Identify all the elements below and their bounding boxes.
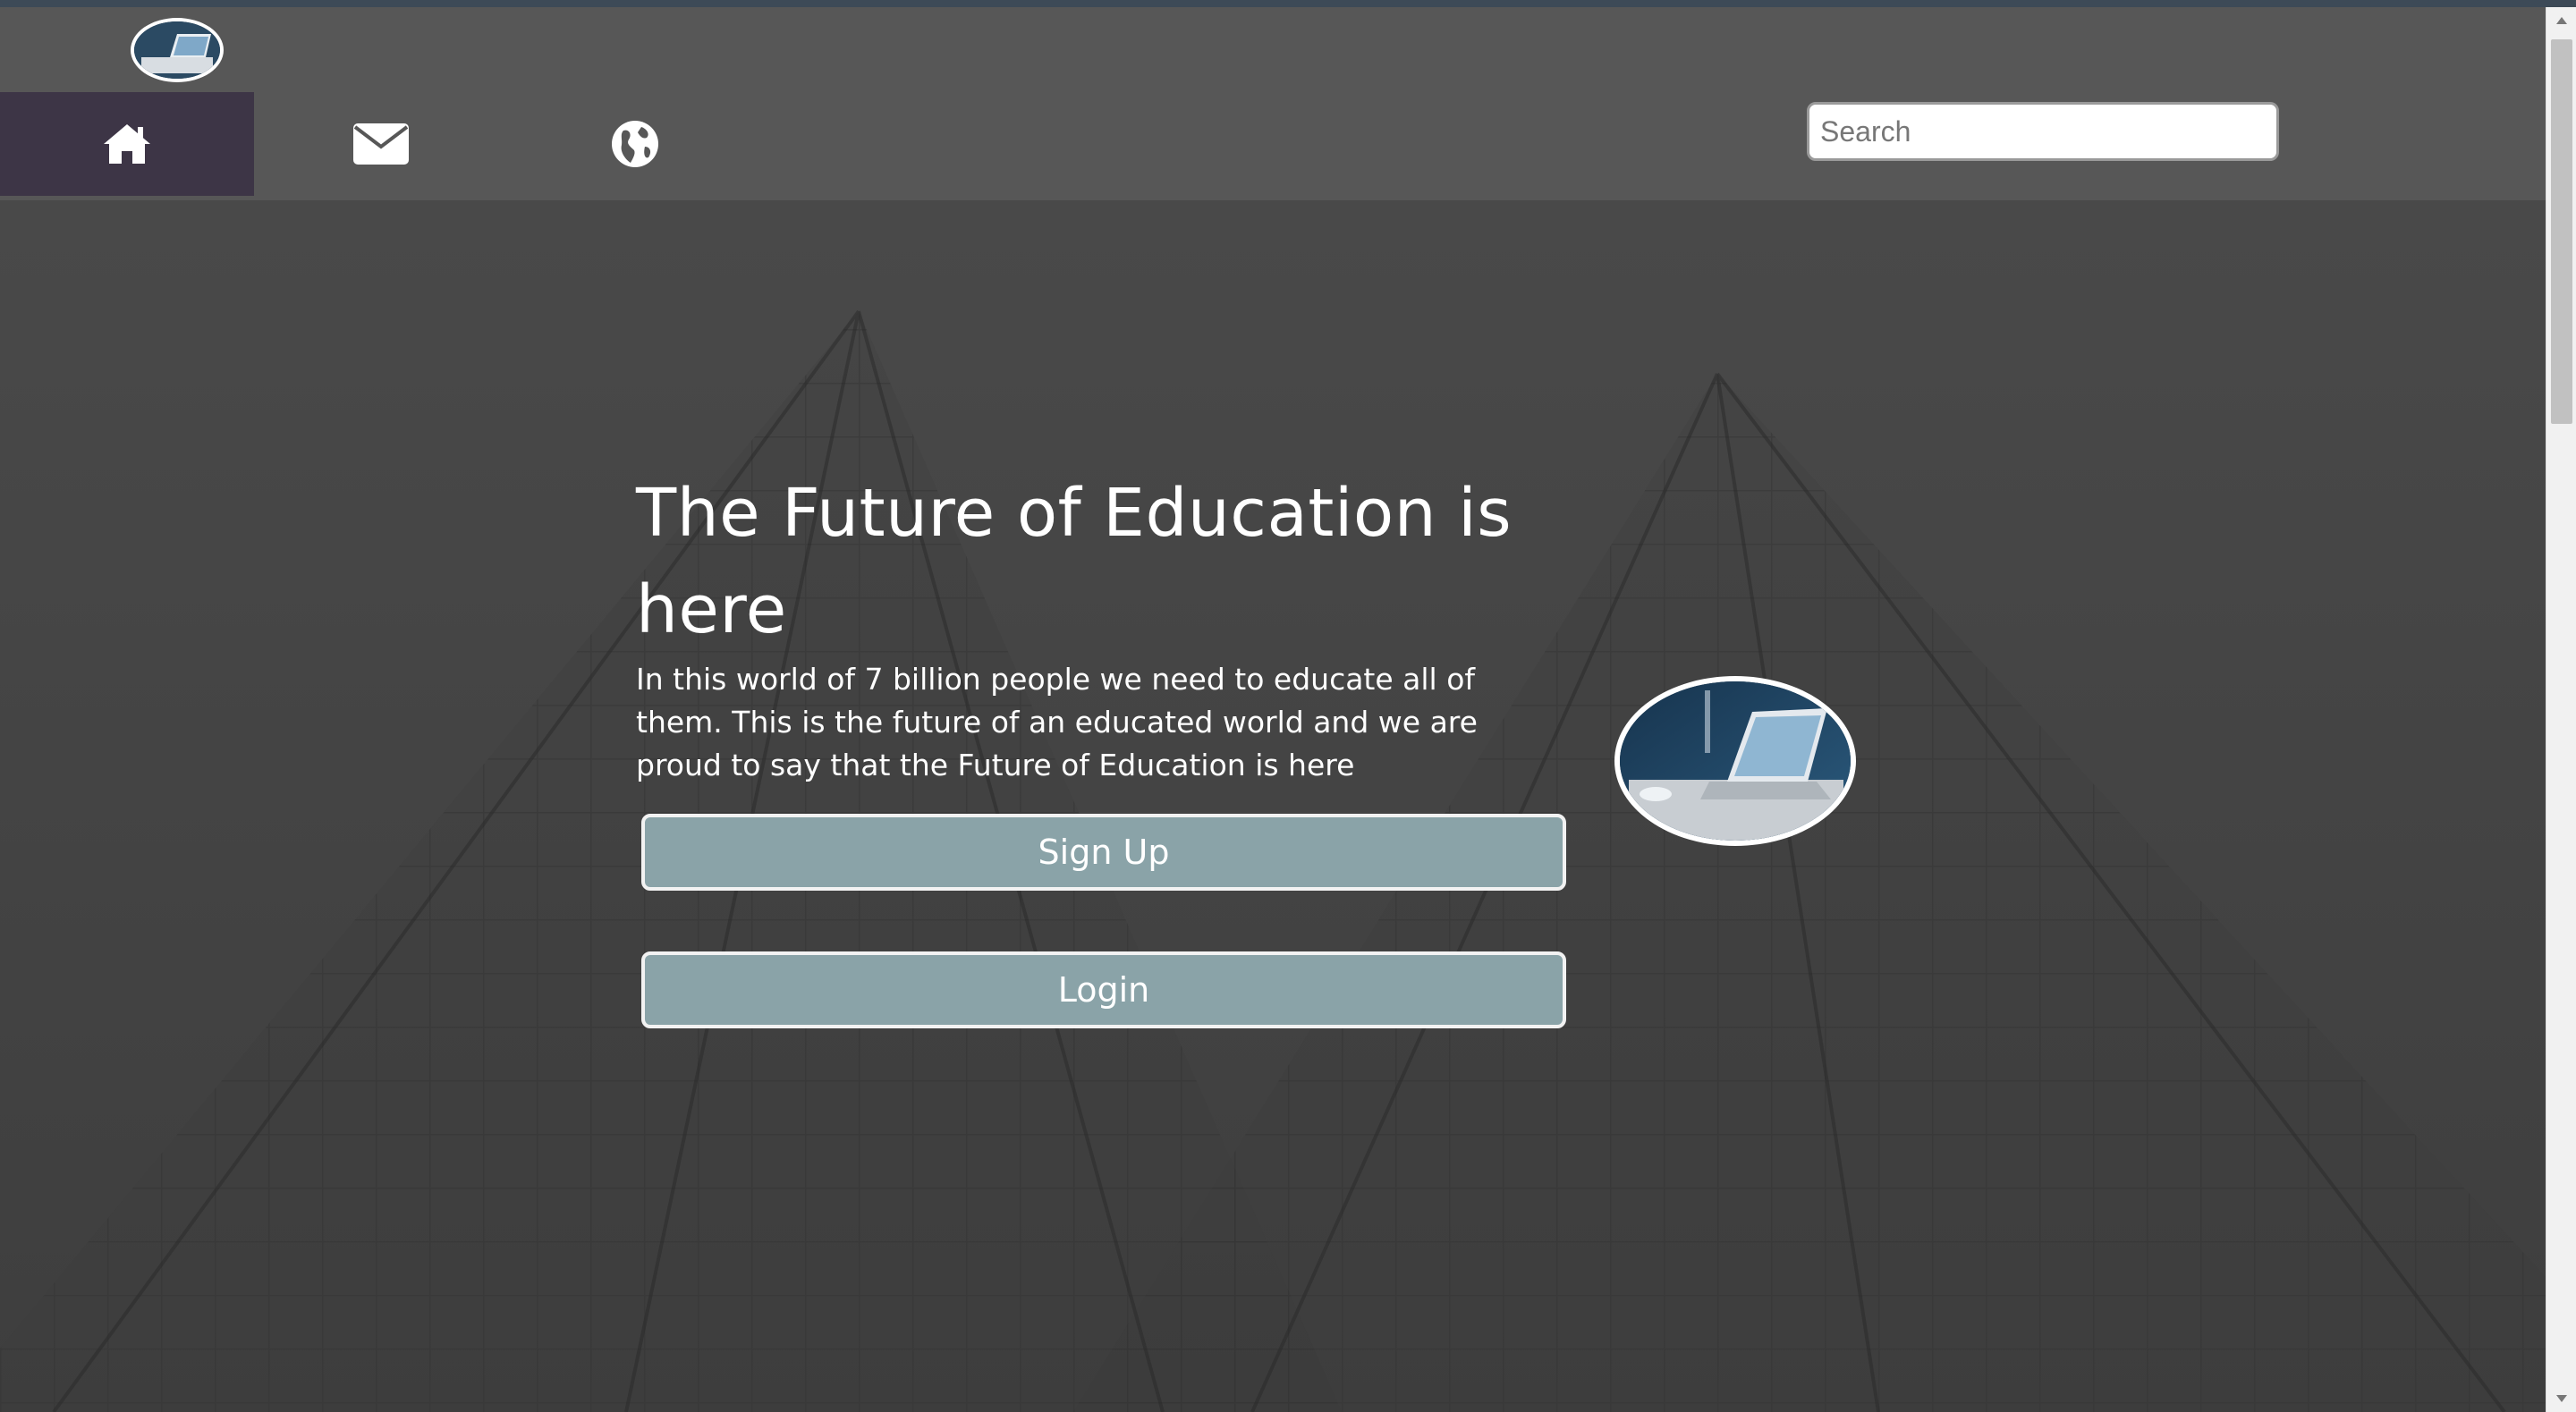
scroll-up-arrow-icon[interactable]: [2546, 7, 2576, 34]
laptop-photo-icon: [1620, 681, 1851, 841]
hero-title: The Future of Education is here: [636, 475, 1513, 648]
hero-section: The Future of Education is here In this …: [636, 465, 1566, 787]
sign-up-button[interactable]: Sign Up: [641, 814, 1566, 891]
nav-mail[interactable]: [254, 92, 508, 196]
site-logo[interactable]: [131, 18, 224, 82]
browser-top-border: [0, 0, 2576, 7]
home-icon: [104, 124, 150, 164]
globe-icon: [612, 121, 658, 167]
laptop-logo-icon: [134, 21, 220, 79]
envelope-icon: [353, 123, 409, 165]
top-navbar: [0, 7, 2546, 200]
search-input[interactable]: [1807, 102, 2279, 161]
scrollbar-thumb[interactable]: [2551, 39, 2572, 424]
hero-description: In this world of 7 billion people we nee…: [636, 662, 1478, 782]
login-button[interactable]: Login: [641, 951, 1566, 1028]
laptop-image: [1614, 676, 1856, 846]
page: The Future of Education is here In this …: [0, 7, 2546, 1412]
nav-home[interactable]: [0, 92, 254, 196]
scroll-down-arrow-icon[interactable]: [2546, 1385, 2576, 1412]
vertical-scrollbar[interactable]: [2546, 7, 2576, 1412]
nav-globe[interactable]: [508, 92, 762, 196]
